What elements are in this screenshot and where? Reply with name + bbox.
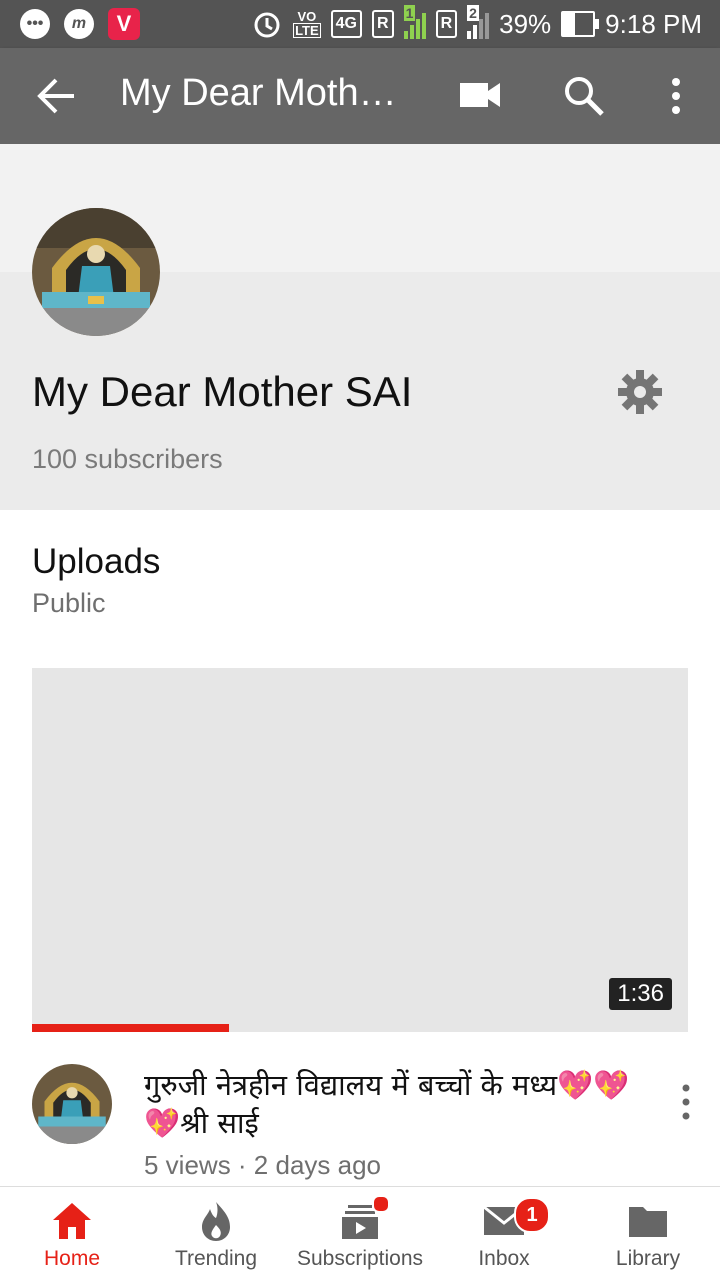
- search-icon[interactable]: [562, 74, 606, 118]
- sim2-number: 2: [467, 5, 479, 21]
- section-title: Uploads: [32, 542, 161, 581]
- v-app-icon: V: [108, 8, 140, 40]
- nav-library[interactable]: Library: [576, 1187, 720, 1281]
- video-more-icon[interactable]: [676, 1080, 696, 1124]
- nav-home[interactable]: Home: [0, 1187, 144, 1281]
- video-channel-avatar[interactable]: [32, 1064, 112, 1144]
- channel-name: My Dear Mother SAI: [32, 368, 413, 415]
- subscriber-count: 100 subscribers: [32, 444, 223, 474]
- section-visibility: Public: [32, 588, 106, 618]
- m-app-icon: m: [64, 9, 94, 39]
- nav-label: Trending: [174, 1247, 258, 1270]
- nav-label: Inbox: [478, 1247, 530, 1270]
- gear-icon[interactable]: [616, 368, 664, 416]
- video-camera-icon[interactable]: [458, 78, 502, 112]
- app-bar: My Dear Moth…: [0, 48, 720, 144]
- notification-icons: ••• m V: [20, 6, 140, 42]
- volte-top-label: VO: [297, 9, 317, 24]
- sim1-number: 1: [403, 5, 416, 21]
- avatar-image: [32, 1064, 112, 1144]
- flame-icon: [202, 1202, 230, 1241]
- subscriptions-dot: [372, 1195, 390, 1213]
- sim2-icon: R: [435, 10, 458, 38]
- video-duration: 1:36: [609, 978, 672, 1010]
- battery-fill: [563, 13, 575, 35]
- alarm-icon: [254, 12, 280, 38]
- volte-icon: VO LTE: [293, 10, 321, 38]
- nav-label: Library: [615, 1247, 681, 1270]
- video-meta: 5 views · 2 days ago: [144, 1150, 382, 1180]
- sim1-signal-icon: 1: [403, 5, 426, 39]
- nav-label: Subscriptions: [296, 1247, 424, 1270]
- video-title[interactable]: गुरुजी नेत्रहीन विद्यालय में बच्चों के म…: [144, 1066, 634, 1142]
- avatar-image: [32, 208, 160, 336]
- video-thumbnail[interactable]: 1:36: [32, 668, 688, 1032]
- signal-bar: [485, 13, 490, 39]
- inbox-badge: 1: [514, 1197, 550, 1233]
- nav-label: Home: [43, 1247, 101, 1270]
- chat-notification-icon: •••: [20, 9, 50, 39]
- signal-bar: [467, 31, 472, 39]
- sim1-icon: R: [372, 10, 394, 38]
- signal-bar: [421, 13, 426, 39]
- folder-icon: [629, 1207, 667, 1237]
- signal-bar: [479, 19, 484, 39]
- system-status: VO LTE 4G R 1 R 2 39% 9:18 PM: [251, 5, 702, 42]
- back-arrow-icon[interactable]: [34, 76, 78, 116]
- more-vert-icon[interactable]: [664, 72, 688, 120]
- bottom-navigation: Home Trending Subscriptions 1 Inbox Libr…: [0, 1186, 720, 1281]
- nav-inbox[interactable]: 1 Inbox: [432, 1187, 576, 1281]
- app-bar-title: My Dear Moth…: [120, 72, 397, 114]
- signal-bar: [415, 19, 420, 39]
- volte-bottom-label: LTE: [293, 23, 321, 38]
- sim2-signal-icon: 2: [467, 5, 490, 39]
- clock: 9:18 PM: [605, 8, 702, 39]
- signal-bar: [409, 25, 414, 39]
- battery-icon: [561, 11, 600, 37]
- channel-avatar[interactable]: [32, 208, 160, 336]
- nav-subscriptions[interactable]: Subscriptions: [288, 1187, 432, 1281]
- status-bar: ••• m V VO LTE 4G R 1 R 2 39% 9:18 PM: [0, 0, 720, 48]
- signal-bar: [403, 31, 408, 39]
- nav-trending[interactable]: Trending: [144, 1187, 288, 1281]
- battery-percent: 39%: [499, 8, 552, 39]
- network-type: 4G: [330, 10, 362, 38]
- home-icon: [53, 1203, 91, 1239]
- signal-bar: [473, 25, 478, 39]
- watch-progress-bar: [32, 1024, 229, 1032]
